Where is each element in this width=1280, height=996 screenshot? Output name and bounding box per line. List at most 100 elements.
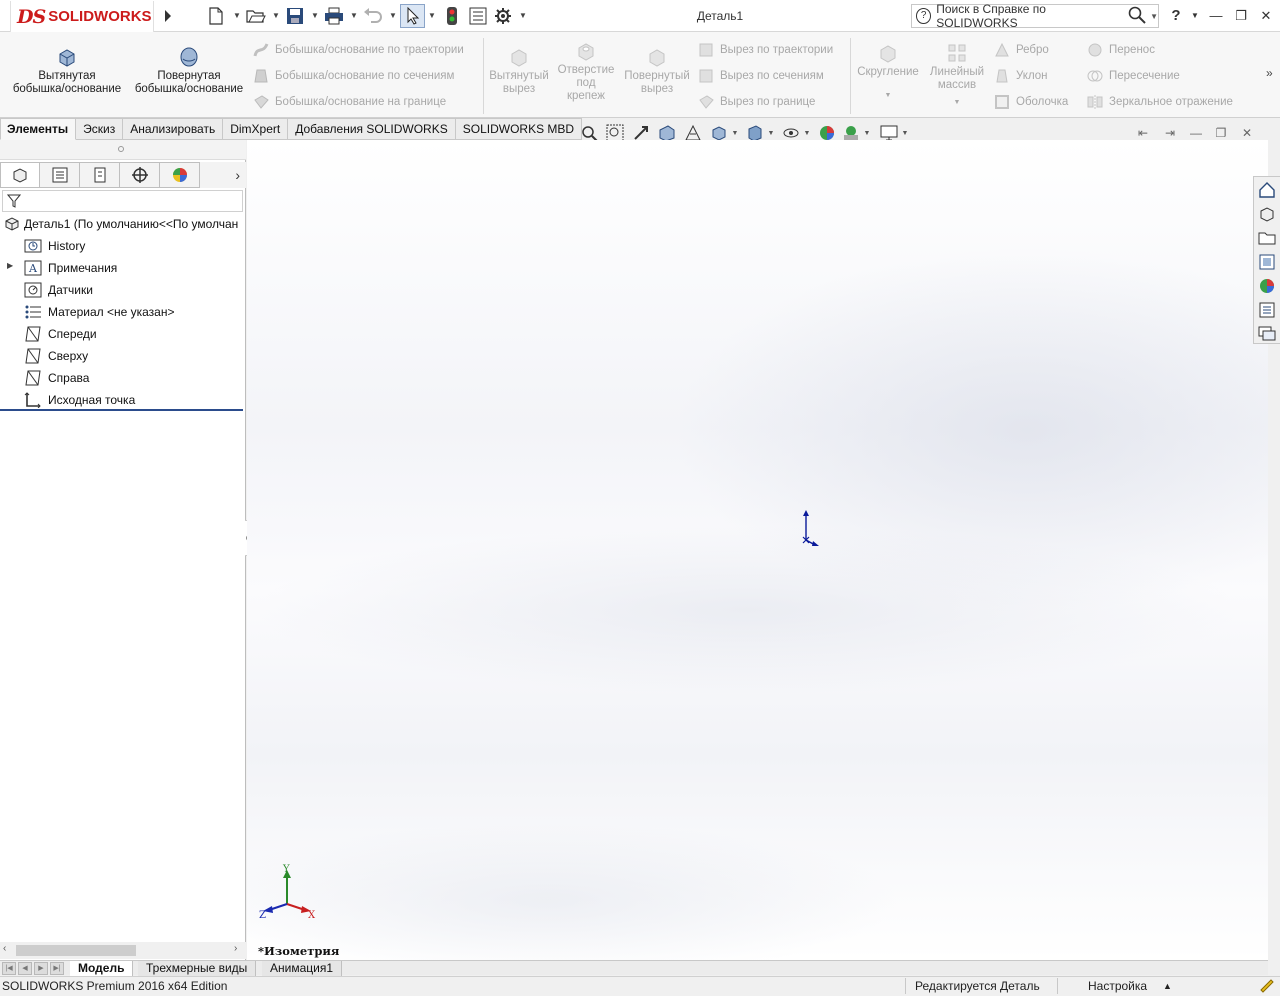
undo-dropdown-icon[interactable]: ▼ — [389, 10, 397, 22]
expand-annotations-icon[interactable]: ▶ — [7, 261, 13, 270]
scrollbar-thumb[interactable] — [16, 945, 136, 956]
tree-item-top-plane[interactable]: Сверху — [24, 346, 88, 366]
help-dropdown-icon[interactable]: ▼ — [1185, 6, 1205, 26]
ribbon-more-icon[interactable]: » — [1266, 66, 1273, 80]
lofted-cut-button[interactable]: Вырез по сечениям — [698, 66, 824, 86]
intersect-button[interactable]: Пересечение — [1087, 66, 1180, 86]
linear-pattern-dropdown-icon[interactable]: ▼ — [924, 96, 990, 109]
tab-dimxpert[interactable]: DimXpert — [223, 118, 289, 140]
tree-rollback-bar[interactable] — [0, 409, 243, 411]
swept-cut-button[interactable]: Вырез по траектории — [698, 40, 833, 60]
view-orientation-dropdown-icon[interactable]: ▼ — [730, 130, 740, 137]
extruded-cut-button[interactable]: Вытянутый вырез — [488, 46, 550, 96]
fillet-button[interactable]: Скругление ▼ — [854, 42, 922, 102]
panel-tabs-more-icon[interactable]: › — [200, 162, 246, 188]
apply-scene-dropdown-icon[interactable]: ▼ — [862, 130, 872, 137]
save-icon[interactable] — [284, 5, 306, 27]
mirror-button[interactable]: Зеркальное отражение — [1087, 92, 1233, 112]
undo-icon[interactable] — [362, 5, 384, 27]
search-dropdown-icon[interactable]: ▼ — [1150, 12, 1158, 21]
open-folder-icon[interactable] — [245, 5, 267, 27]
dimxpert-manager-tab-icon[interactable] — [120, 162, 160, 188]
print-dropdown-icon[interactable]: ▼ — [350, 10, 358, 22]
search-icon[interactable] — [1128, 6, 1146, 27]
extruded-boss-button[interactable]: Вытянутая бобышка/основание — [8, 46, 126, 96]
revolved-boss-button[interactable]: Повернутая бобышка/основание — [130, 46, 248, 96]
close-icon[interactable]: ✕ — [1256, 6, 1276, 26]
custom-properties-icon[interactable] — [1257, 300, 1277, 320]
tab-sketch[interactable]: Эскиз — [76, 118, 124, 140]
custom-settings-button[interactable]: Настройка — [1088, 979, 1147, 993]
select-pointer-icon[interactable] — [400, 4, 425, 28]
minimize-icon[interactable]: — — [1206, 6, 1226, 26]
shell-button[interactable]: Оболочка — [994, 92, 1068, 112]
feature-tree-root[interactable]: Деталь1 (По умолчанию<<По умолчан — [4, 214, 238, 234]
display-manager-tab-icon[interactable] — [160, 162, 200, 188]
hide-show-dropdown-icon[interactable]: ▼ — [802, 130, 812, 137]
help-tip-icon[interactable] — [1258, 977, 1274, 996]
wrap-button[interactable]: Перенос — [1087, 40, 1155, 60]
tab-motion-study[interactable]: Анимация1 — [262, 961, 343, 976]
print-icon[interactable] — [323, 5, 345, 27]
tree-item-front-plane[interactable]: Спереди — [24, 324, 97, 344]
tab-mbd[interactable]: SOLIDWORKS MBD — [455, 118, 583, 140]
display-style-dropdown-icon[interactable]: ▼ — [766, 130, 776, 137]
file-explorer-icon[interactable] — [1257, 228, 1277, 248]
feature-tree-filter[interactable] — [2, 190, 243, 212]
linear-pattern-button[interactable]: Линейный массив ▼ — [924, 42, 990, 109]
tab-model[interactable]: Модель — [70, 961, 134, 976]
select-dropdown-icon[interactable]: ▼ — [428, 10, 436, 22]
new-document-icon[interactable] — [205, 5, 227, 27]
tree-item-history[interactable]: History — [24, 236, 85, 256]
boundary-boss-button[interactable]: Бобышка/основание на границе — [253, 92, 446, 112]
tree-item-sensors[interactable]: Датчики — [24, 280, 93, 300]
draft-button[interactable]: Уклон — [994, 66, 1048, 86]
fillet-dropdown-icon[interactable]: ▼ — [854, 89, 922, 102]
view-palette-icon[interactable] — [1257, 252, 1277, 272]
rebuild-traffic-light-icon[interactable] — [441, 5, 463, 27]
forum-icon[interactable] — [1257, 324, 1277, 344]
last-tab-icon[interactable]: ▶| — [50, 962, 64, 975]
configuration-manager-tab-icon[interactable] — [80, 162, 120, 188]
swept-boss-button[interactable]: Бобышка/основание по траектории — [253, 40, 464, 60]
open-dropdown-icon[interactable]: ▼ — [272, 10, 280, 22]
restore-icon[interactable]: ❐ — [1231, 6, 1251, 26]
design-library-icon[interactable] — [1257, 204, 1277, 224]
tree-item-material[interactable]: Материал <не указан> — [24, 302, 174, 322]
tree-item-right-plane[interactable]: Справа — [24, 368, 89, 388]
options-gear-icon[interactable] — [492, 5, 514, 27]
rib-button[interactable]: Ребро — [994, 40, 1049, 60]
lofted-boss-button[interactable]: Бобышка/основание по сечениям — [253, 66, 454, 86]
new-dropdown-icon[interactable]: ▼ — [233, 10, 241, 22]
tree-item-origin[interactable]: Исходная точка — [24, 390, 135, 410]
custom-settings-up-icon[interactable]: ▲ — [1163, 981, 1172, 991]
tab-3d-views[interactable]: Трехмерные виды — [138, 961, 257, 976]
tree-item-annotations[interactable]: A Примечания — [24, 258, 117, 278]
first-tab-icon[interactable]: |◀ — [2, 962, 16, 975]
menu-expand-icon[interactable] — [157, 5, 179, 27]
property-manager-tab-icon[interactable] — [40, 162, 80, 188]
file-properties-icon[interactable] — [467, 5, 489, 27]
solidworks-resources-home-icon[interactable] — [1257, 180, 1277, 200]
graphics-area[interactable]: Y X Z *Изометрия — [247, 140, 1268, 960]
tab-addins[interactable]: Добавления SOLIDWORKS — [288, 118, 456, 140]
help-button[interactable]: ? — [1166, 6, 1186, 26]
feature-manager-tab-icon[interactable] — [0, 162, 40, 188]
boundary-cut-button[interactable]: Вырез по границе — [698, 92, 815, 112]
next-tab-icon[interactable]: ▶ — [34, 962, 48, 975]
appearances-scenes-icon[interactable] — [1257, 276, 1277, 296]
view-settings-dropdown-icon[interactable]: ▼ — [900, 130, 910, 137]
hole-wizard-button[interactable]: Отверстие под крепеж — [554, 40, 618, 103]
options-dropdown-icon[interactable]: ▼ — [519, 10, 527, 22]
solidworks-logo[interactable]: DS SOLIDWORKS — [10, 1, 154, 33]
revolved-cut-button[interactable]: Повернутый вырез — [622, 46, 692, 96]
tab-evaluate[interactable]: Анализировать — [123, 118, 224, 140]
scroll-left-icon[interactable]: ‹ — [3, 943, 6, 954]
prev-tab-icon[interactable]: ◀ — [18, 962, 32, 975]
scroll-right-icon[interactable]: › — [234, 943, 237, 954]
panel-horizontal-scrollbar[interactable]: ‹ › — [0, 942, 246, 959]
panel-grip[interactable] — [0, 140, 246, 160]
help-search-box[interactable]: ? Поиск в Справке по SOLIDWORKS ▼ — [911, 2, 1159, 30]
tab-features[interactable]: Элементы — [0, 118, 77, 140]
save-dropdown-icon[interactable]: ▼ — [311, 10, 319, 22]
